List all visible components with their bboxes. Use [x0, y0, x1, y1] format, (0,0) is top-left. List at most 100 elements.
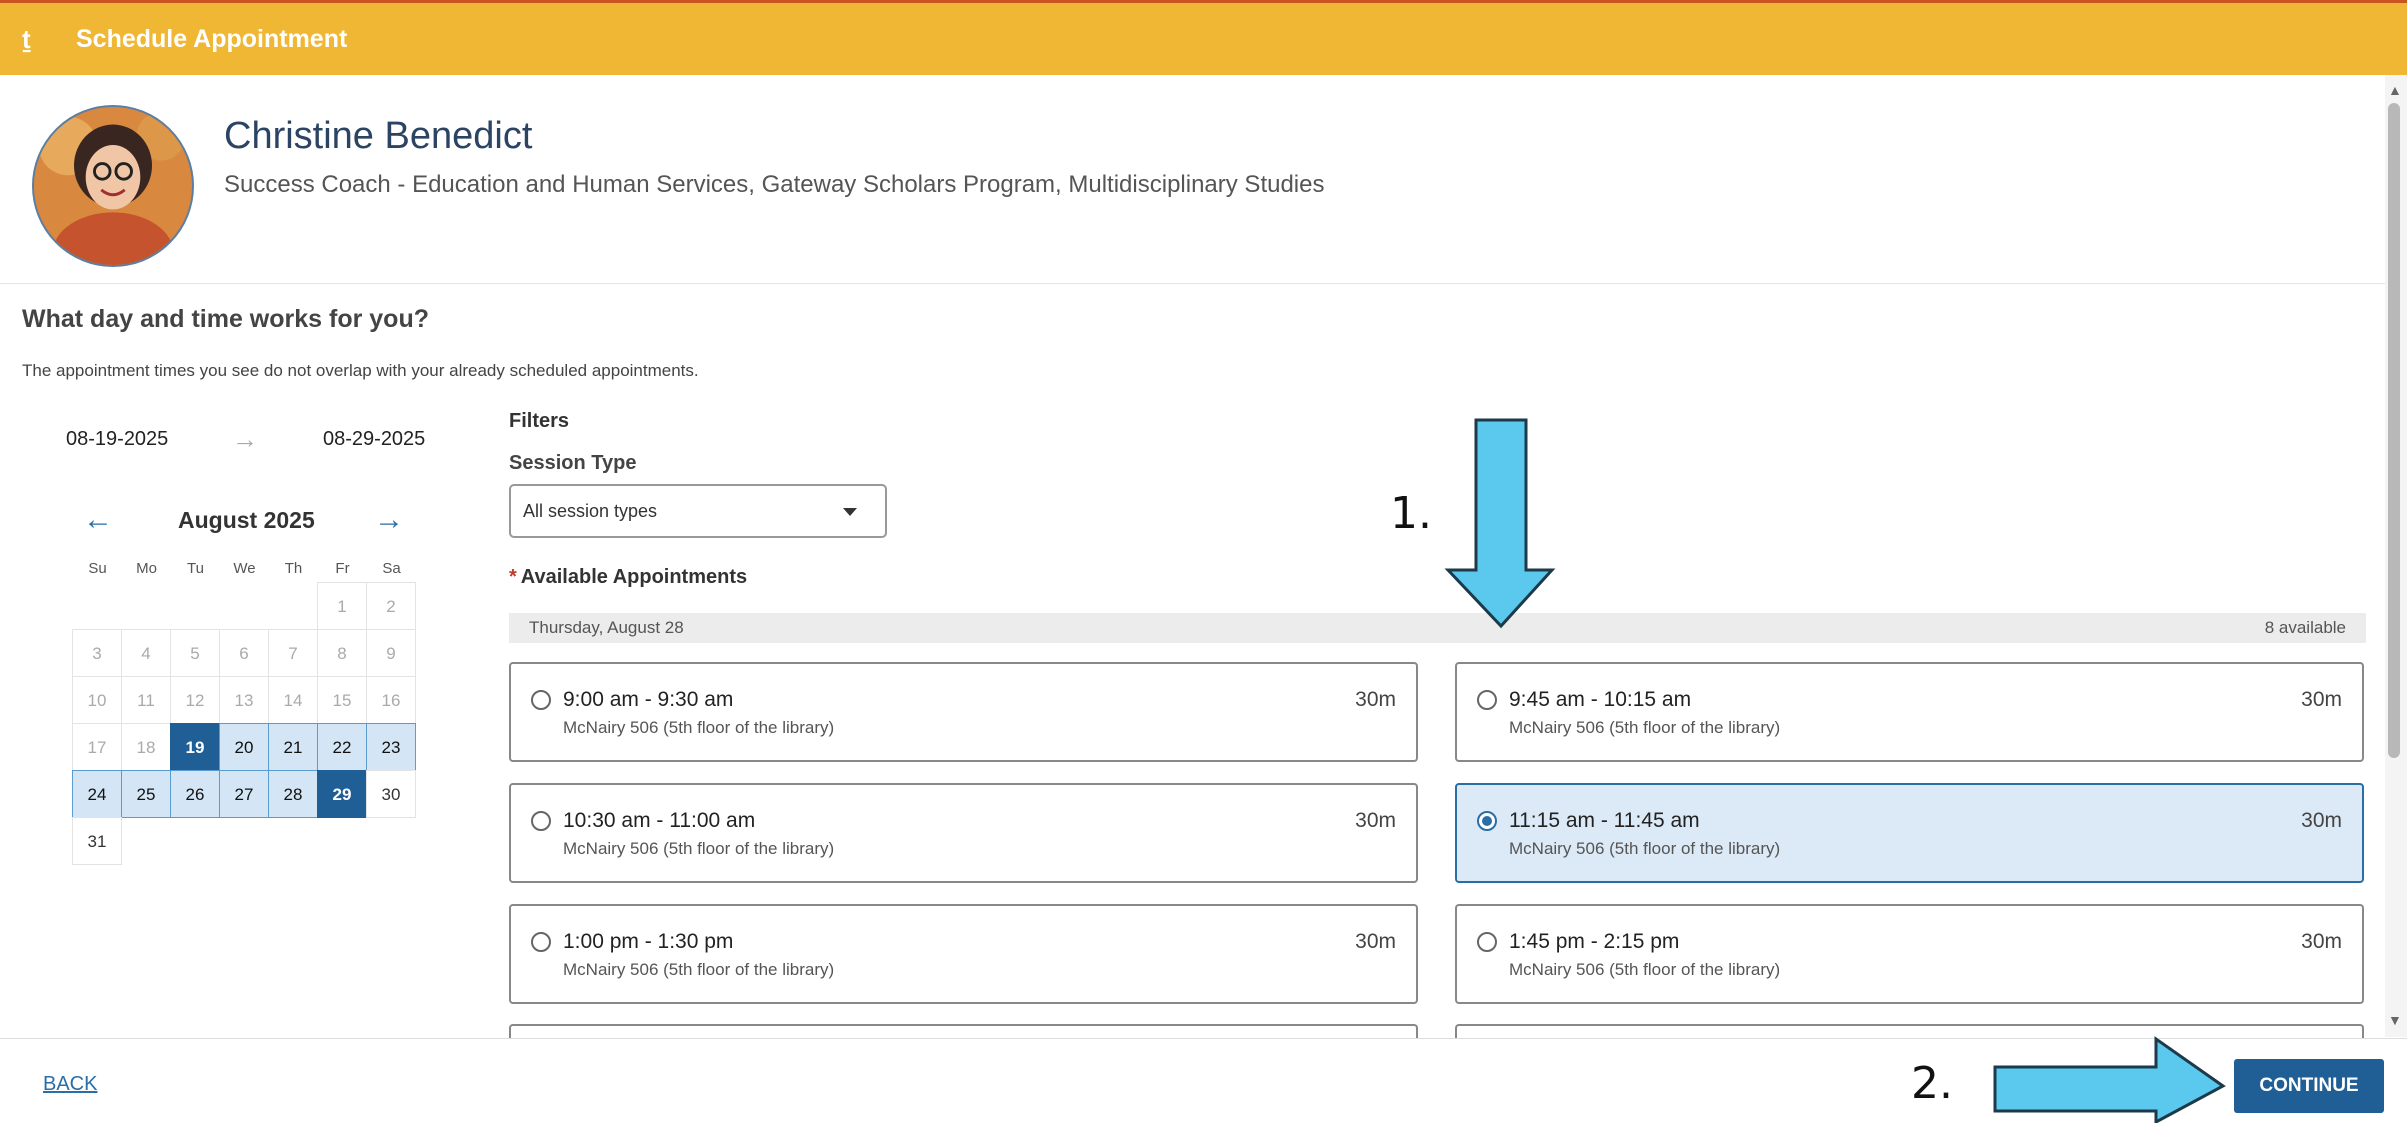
annotation-step-1: 1.	[1390, 488, 1432, 539]
available-appointments-text: Available Appointments	[520, 566, 748, 588]
coach-profile: Christine Benedict Success Coach - Educa…	[0, 75, 2385, 284]
arrow-right-icon: →	[232, 424, 258, 454]
slot-duration: 30m	[1355, 930, 1396, 953]
calendar-day-20[interactable]: 20	[219, 723, 269, 771]
weekday-label: Fr	[335, 560, 350, 577]
slot-location: McNairy 506 (5th floor of the library)	[1509, 839, 1781, 858]
calendar-day-29[interactable]: 29	[317, 770, 367, 818]
appointment-slot[interactable]: 9:00 am - 9:30 am 30m McNairy 506 (5th flo…	[509, 662, 1418, 762]
calendar-day-11: 11	[121, 676, 171, 724]
slot-time: 9:00 am - 9:30 am	[563, 688, 734, 711]
slot-time: 1:00 pm - 1:30 pm	[563, 930, 734, 953]
slot-location: McNairy 506 (5th floor of the library)	[563, 960, 835, 979]
session-type-select[interactable]: All session types	[509, 484, 887, 538]
calendar-day-1: 1	[317, 582, 367, 630]
slot-duration: 30m	[2301, 930, 2342, 953]
calendar-day-3: 3	[72, 629, 122, 677]
calendar-day-16: 16	[366, 676, 416, 724]
calendar-day-6: 6	[219, 629, 269, 677]
calendar-day-4: 4	[121, 629, 171, 677]
calendar-day-18: 18	[121, 723, 171, 771]
calendar-day-30[interactable]: 30	[366, 770, 416, 818]
calendar-day-2: 2	[366, 582, 416, 630]
calendar-day-7: 7	[268, 629, 318, 677]
coach-role: Success Coach - Education and Human Serv…	[224, 171, 1325, 198]
weekday-label: Su	[88, 560, 107, 577]
calendar-day-24[interactable]: 24	[72, 770, 122, 818]
overlap-note: The appointment times you see do not ove…	[22, 361, 699, 380]
calendar-day-27[interactable]: 27	[219, 770, 269, 818]
calendar-day-26[interactable]: 26	[170, 770, 220, 818]
back-arrow-icon[interactable]: ṯ	[22, 24, 58, 55]
calendar-blank	[72, 582, 122, 630]
slot-location: McNairy 506 (5th floor of the library)	[563, 839, 835, 858]
calendar-day-23[interactable]: 23	[366, 723, 416, 771]
appointment-slot[interactable]: 10:30 am - 11:00 am 30m McNairy 506 (5th f…	[509, 783, 1418, 883]
calendar-day-8: 8	[317, 629, 367, 677]
calendar-blank	[219, 582, 269, 630]
slot-radio[interactable]	[1477, 690, 1497, 710]
slot-radio[interactable]	[531, 932, 551, 952]
calendar-day-28[interactable]: 28	[268, 770, 318, 818]
slot-radio[interactable]	[1477, 811, 1497, 831]
caret-down-icon	[843, 508, 857, 516]
slot-duration: 30m	[1355, 688, 1396, 711]
annotation-arrow-down-icon	[1444, 418, 1556, 629]
appointment-slot[interactable]: 9:45 am - 10:15 am 30m McNairy 506 (5th fl…	[1455, 662, 2364, 762]
calendar-blank	[121, 582, 171, 630]
appointment-slot-partial[interactable]	[509, 1024, 1418, 1038]
slot-radio[interactable]	[1477, 932, 1497, 952]
calendar-month-title: August 2025	[178, 507, 315, 533]
calendar-grid: Su Mo Tu We Th Fr Sa 1 2 3 4 5 6 7 8 9 10 11 12 13 14 15 16 17 1…	[72, 555, 416, 865]
appointment-slot[interactable]: 1:45 pm - 2:15 pm 30m McNairy 506 (5th flo…	[1455, 904, 2364, 1004]
continue-button[interactable]: CONTINUE	[2234, 1059, 2384, 1113]
calendar-day-10: 10	[72, 676, 122, 724]
calendar-day-31[interactable]: 31	[72, 817, 122, 865]
weekday-label: Sa	[382, 560, 401, 577]
appointment-slot[interactable]: 1:00 pm - 1:30 pm 30m McNairy 506 (5th flo…	[509, 904, 1418, 1004]
calendar-day-21[interactable]: 21	[268, 723, 318, 771]
page-title: Schedule Appointment	[76, 24, 348, 53]
calendar-prev-button[interactable]: ←	[83, 503, 113, 537]
day-label: Thursday, August 28	[529, 618, 684, 637]
slot-duration: 30m	[2301, 688, 2342, 711]
slot-time: 1:45 pm - 2:15 pm	[1509, 930, 1680, 953]
slot-time: 9:45 am - 10:15 am	[1509, 688, 1692, 711]
scroll-down-icon[interactable]: ▼	[2388, 1012, 2402, 1028]
slot-location: McNairy 506 (5th floor of the library)	[563, 718, 835, 737]
weekday-label: Th	[284, 560, 303, 577]
calendar-day-19[interactable]: 19	[170, 723, 220, 771]
slot-location: McNairy 506 (5th floor of the library)	[1509, 718, 1781, 737]
date-range-start[interactable]: 08-19-2025	[66, 428, 168, 451]
annotation-arrow-right-icon	[1993, 1036, 2226, 1123]
calendar-day-12: 12	[170, 676, 220, 724]
calendar-day-25[interactable]: 25	[121, 770, 171, 818]
required-mark: *	[509, 566, 517, 588]
calendar-day-15: 15	[317, 676, 367, 724]
slot-radio[interactable]	[531, 811, 551, 831]
calendar-day-9: 9	[366, 629, 416, 677]
slot-duration: 30m	[2301, 809, 2342, 832]
calendar-day-5: 5	[170, 629, 220, 677]
calendar-day-22[interactable]: 22	[317, 723, 367, 771]
day-header: Thursday, August 28 8 available	[509, 613, 2366, 643]
section-heading: What day and time works for you?	[22, 305, 429, 333]
calendar-day-14: 14	[268, 676, 318, 724]
slot-location: McNairy 506 (5th floor of the library)	[1509, 960, 1781, 979]
appointment-slot[interactable]: 11:15 am - 11:45 am 30m McNairy 506 (5th f…	[1455, 783, 2364, 883]
annotation-step-2: 2.	[1911, 1058, 1953, 1109]
scrollbar-thumb[interactable]	[2388, 103, 2400, 758]
calendar-blank	[268, 582, 318, 630]
back-button[interactable]: BACK	[43, 1073, 97, 1096]
scroll-up-icon[interactable]: ▲	[2388, 82, 2402, 98]
slot-radio[interactable]	[531, 690, 551, 710]
avatar	[32, 105, 194, 267]
calendar-blank	[170, 582, 220, 630]
weekday-label: Tu	[187, 560, 204, 577]
filters-title: Filters	[509, 410, 570, 432]
slot-duration: 30m	[1355, 809, 1396, 832]
weekday-label: We	[233, 560, 256, 577]
avatar-image	[34, 107, 192, 265]
date-range-end[interactable]: 08-29-2025	[323, 428, 425, 451]
calendar-next-button[interactable]: →	[374, 503, 404, 537]
